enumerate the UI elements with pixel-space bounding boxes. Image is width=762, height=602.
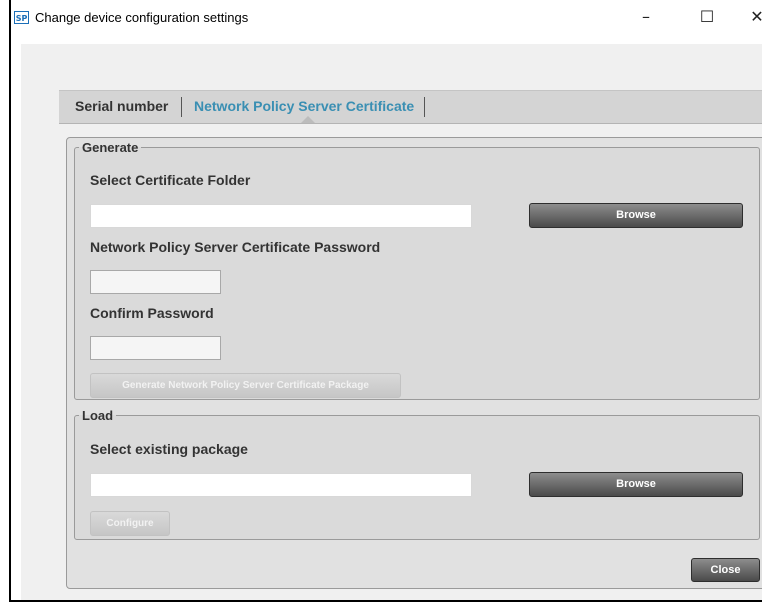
browse-package-button[interactable]: Browse xyxy=(529,472,743,497)
browse-folder-button[interactable]: Browse xyxy=(529,203,743,228)
certificate-folder-input[interactable] xyxy=(90,204,472,228)
confirm-password-label: Confirm Password xyxy=(90,305,214,321)
dialog-window: SP Change device configuration settings … xyxy=(9,0,762,602)
generate-group: Generate Select Certificate Folder Brows… xyxy=(74,140,760,400)
dialog-client-area: Serial number Network Policy Server Cert… xyxy=(21,44,762,600)
confirm-password-field[interactable] xyxy=(90,336,221,360)
certificate-panel: Generate Select Certificate Folder Brows… xyxy=(66,137,762,589)
tab-separator xyxy=(181,97,182,117)
maximize-button[interactable]: ☐ xyxy=(692,4,722,30)
generate-legend: Generate xyxy=(82,140,139,155)
minimize-button[interactable]: – xyxy=(631,4,661,30)
certificate-password-field[interactable] xyxy=(90,270,221,294)
app-icon: SP xyxy=(14,11,29,24)
load-legend: Load xyxy=(82,408,114,423)
existing-package-label: Select existing package xyxy=(90,441,248,457)
configure-button[interactable]: Configure xyxy=(90,511,170,536)
existing-package-input[interactable] xyxy=(90,473,472,497)
window-title: Change device configuration settings xyxy=(35,10,249,25)
certificate-folder-label: Select Certificate Folder xyxy=(90,172,251,188)
tab-strip: Serial number Network Policy Server Cert… xyxy=(59,90,762,124)
tab-serial-number[interactable]: Serial number xyxy=(75,91,168,123)
close-window-button[interactable]: ✕ xyxy=(742,4,762,30)
load-group: Load Select existing package Browse Conf… xyxy=(74,408,760,540)
generate-package-button[interactable]: Generate Network Policy Server Certifica… xyxy=(90,373,401,398)
title-bar[interactable]: SP Change device configuration settings … xyxy=(11,0,762,36)
tab-separator xyxy=(424,97,425,117)
close-button[interactable]: Close xyxy=(691,558,760,582)
certificate-password-label: Network Policy Server Certificate Passwo… xyxy=(90,239,381,255)
selected-tab-indicator xyxy=(301,116,315,123)
